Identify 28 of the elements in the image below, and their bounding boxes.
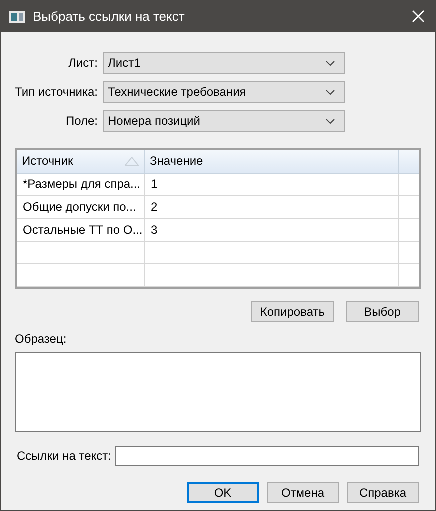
links-field[interactable] xyxy=(115,446,419,466)
table-cell: *Размеры для спра... xyxy=(17,174,145,196)
dialog-button[interactable]: OK xyxy=(187,482,259,503)
window-title: Выбрать ссылки на текст xyxy=(33,8,186,26)
dropdown[interactable]: Номера позиций xyxy=(103,110,345,132)
links-label: Ссылки на текст: xyxy=(17,448,112,465)
column-header[interactable]: Источник xyxy=(17,150,145,173)
field-label: Поле: xyxy=(64,113,99,130)
chevron-down-icon xyxy=(326,90,335,94)
table-cell: 1 xyxy=(145,174,399,196)
dialog-button[interactable]: Справка xyxy=(347,482,419,503)
close-icon[interactable] xyxy=(412,10,425,23)
dropdown[interactable]: Технические требования xyxy=(103,81,345,103)
chevron-down-icon xyxy=(326,118,335,124)
action-button[interactable]: Выбор xyxy=(346,301,419,322)
table-cell: 3 xyxy=(145,219,399,241)
sample-label: Образец: xyxy=(15,331,68,348)
dialog-button[interactable]: Отмена xyxy=(267,482,339,503)
column-header[interactable]: Значение xyxy=(145,150,399,173)
field-label: Лист: xyxy=(68,55,99,72)
window-icon xyxy=(9,10,25,22)
chevron-down-icon xyxy=(326,60,335,66)
table-cell: Остальные ТТ по О... xyxy=(17,219,145,241)
dropdown[interactable]: Лист1 xyxy=(103,52,345,74)
table-cell: Общие допуски по... xyxy=(17,196,145,218)
field-label: Тип источника: xyxy=(15,84,99,101)
action-button[interactable]: Копировать xyxy=(251,301,334,322)
table-cell: 2 xyxy=(145,196,399,218)
